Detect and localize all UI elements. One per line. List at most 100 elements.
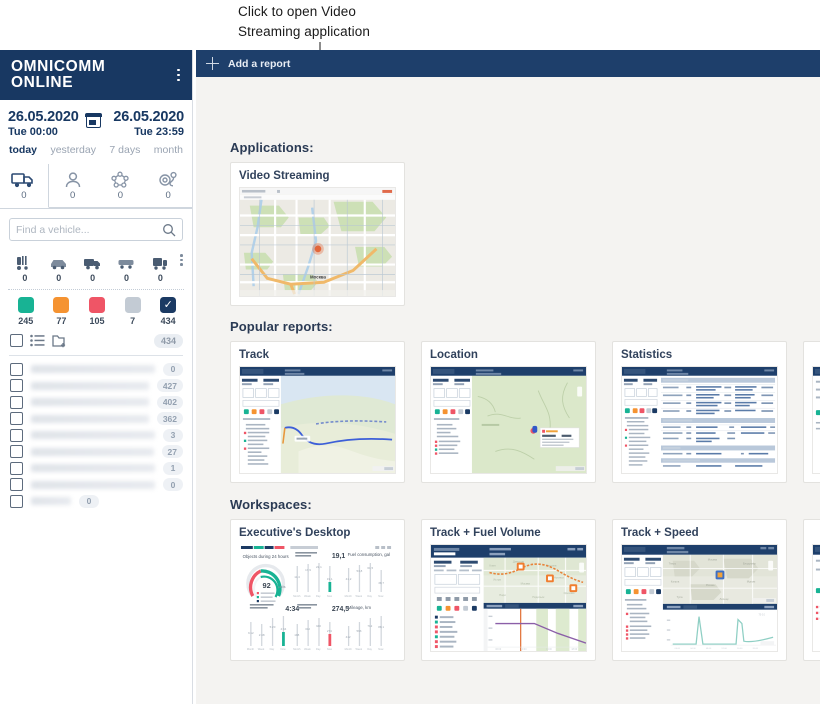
svg-text:08:00: 08:00 [706, 648, 712, 650]
svg-text:11,4: 11,4 [294, 575, 300, 579]
type-filter-trailer[interactable]: 0 [110, 255, 144, 283]
popular-reports-card-row: Track Location Statistics [196, 341, 820, 483]
workspace-card-track-speed[interactable]: Track + Speed Тверь Москва Владимир Калу… [612, 519, 787, 661]
type-filters-more-icon[interactable] [177, 251, 186, 269]
svg-text:Now: Now [327, 594, 332, 598]
select-all-checkbox[interactable] [10, 334, 23, 348]
type-filter-trailer-count: 0 [124, 272, 130, 283]
workspace-card-partial[interactable] [803, 519, 820, 661]
date-to-time: Tue 23:59 [134, 126, 184, 138]
list-item-checkbox[interactable] [10, 494, 23, 508]
svg-text:Month: Month [345, 647, 353, 651]
tab-geofences[interactable]: 0 [96, 164, 145, 208]
workspace-thumbnail-partial [812, 544, 820, 652]
list-item[interactable]: 427 [10, 377, 183, 394]
trailer-icon [118, 259, 134, 269]
list-item[interactable]: 362 [10, 410, 183, 427]
list-item-checkbox[interactable] [10, 461, 23, 475]
list-item[interactable]: 0 [10, 493, 183, 510]
quick-range-yesterday[interactable]: yesterday [50, 144, 96, 156]
workspace-card-title: Track + Speed [621, 527, 699, 539]
list-item-label [31, 398, 149, 407]
status-filter-gray[interactable]: 7 [115, 296, 151, 326]
quick-range-7days[interactable]: 7 days [109, 144, 140, 156]
svg-text:12:00: 12:00 [721, 648, 727, 650]
search-box[interactable] [9, 218, 183, 241]
search-input[interactable] [16, 223, 162, 236]
list-item-checkbox[interactable] [10, 395, 23, 409]
date-from-date: 26.05.2020 [8, 109, 79, 125]
list-view-icon[interactable] [30, 334, 45, 347]
list-item[interactable]: 1 [10, 460, 183, 477]
list-item[interactable]: 0 [10, 361, 183, 378]
date-to[interactable]: 26.05.2020 Tue 23:59 [106, 109, 184, 138]
type-filter-forklift[interactable]: 0 [8, 255, 42, 283]
report-card-partial[interactable] [803, 341, 820, 483]
car-icon [51, 259, 67, 270]
track-fuel-thumbnail: Клин Дмитров Сергиев Истра Москва Ногинск На… [430, 544, 587, 652]
svg-text:Истра: Истра [493, 577, 501, 581]
svg-text:75 0.0: 75 0.0 [758, 615, 765, 617]
svg-text:Month: Month [345, 594, 353, 598]
svg-text:Клин: Клин [489, 564, 496, 568]
app-card-video-streaming[interactable]: Video Streaming Москва [230, 162, 405, 306]
new-folder-icon[interactable] [52, 334, 67, 348]
list-item[interactable]: 402 [10, 394, 183, 411]
svg-text:18:00: 18:00 [571, 649, 578, 651]
svg-text:Week: Week [258, 647, 265, 651]
list-item-badge: 0 [79, 494, 99, 508]
brand-bar: OMNICOMM ONLINE [0, 50, 192, 100]
report-card-track[interactable]: Track [230, 341, 405, 483]
list-item-checkbox[interactable] [10, 445, 23, 459]
list-item-checkbox[interactable] [10, 478, 23, 492]
report-card-location[interactable]: Location [421, 341, 596, 483]
status-filter-all[interactable]: ✓ 434 [150, 296, 186, 326]
location-map-thumbnail [430, 366, 587, 474]
tab-vehicles[interactable]: 0 [0, 164, 49, 208]
status-filter-green[interactable]: 245 [8, 296, 44, 326]
calendar-icon[interactable] [85, 113, 102, 128]
date-range-picker[interactable]: 26.05.2020 Tue 00:00 26.05.2020 Tue 23:5… [0, 100, 192, 138]
type-filter-van[interactable]: 0 [76, 255, 110, 283]
svg-text:Month: Month [293, 647, 301, 651]
svg-text:06:00: 06:00 [495, 649, 502, 651]
tab-drivers[interactable]: 0 [48, 164, 97, 208]
list-item[interactable]: 3 [10, 427, 183, 444]
type-filter-car[interactable]: 0 [42, 255, 76, 283]
date-from-time: Tue 00:00 [8, 126, 58, 138]
svg-text:units: units [278, 585, 285, 589]
report-card-title: Location [430, 349, 478, 361]
list-item-checkbox[interactable] [10, 428, 23, 442]
workspace-card-title: Executive's Desktop [239, 527, 351, 539]
tab-geofences-count: 0 [117, 189, 124, 201]
svg-text:274,5: 274,5 [332, 606, 349, 613]
quick-range-today[interactable]: today [9, 144, 37, 156]
list-item[interactable]: 0 [10, 476, 183, 493]
vehicle-list: 0 427 402 362 3 27 1 0 0 [0, 356, 192, 510]
list-item-checkbox[interactable] [10, 379, 23, 393]
add-report-button[interactable]: Add a report [228, 58, 290, 70]
quick-range-month[interactable]: month [154, 144, 183, 156]
geofence-group-icon [111, 171, 130, 188]
list-item-label [31, 431, 155, 440]
plus-icon[interactable] [206, 57, 219, 70]
report-card-statistics[interactable]: Statistics [612, 341, 787, 483]
main-content: Applications: Video Streaming Москва Pop… [196, 77, 820, 704]
list-item-checkbox[interactable] [10, 412, 23, 426]
list-item-badge: 362 [156, 412, 183, 426]
tab-geopoints[interactable]: 0 [144, 164, 192, 208]
svg-text:198: 198 [294, 633, 299, 637]
list-item-checkbox[interactable] [10, 362, 23, 376]
status-filter-red[interactable]: 105 [79, 296, 115, 326]
vehicle-type-filters: 0 0 0 0 0 [0, 245, 192, 283]
list-item-badge: 0 [163, 362, 183, 376]
date-from[interactable]: 26.05.2020 Tue 00:00 [8, 109, 86, 138]
kebab-menu-icon[interactable] [174, 66, 183, 85]
status-filter-orange[interactable]: 77 [44, 296, 80, 326]
list-item[interactable]: 27 [10, 443, 183, 460]
type-filter-tanker-count: 0 [157, 272, 163, 283]
workspace-card-executives-desktop[interactable]: Executive's Desktop Objects during 24 ho… [230, 519, 405, 661]
type-filter-tanker[interactable]: 0 [144, 255, 178, 283]
track-map-thumbnail [239, 366, 396, 474]
workspace-card-track-fuel-volume[interactable]: Track + Fuel Volume Клин Дмитров Сергиев… [421, 519, 596, 661]
